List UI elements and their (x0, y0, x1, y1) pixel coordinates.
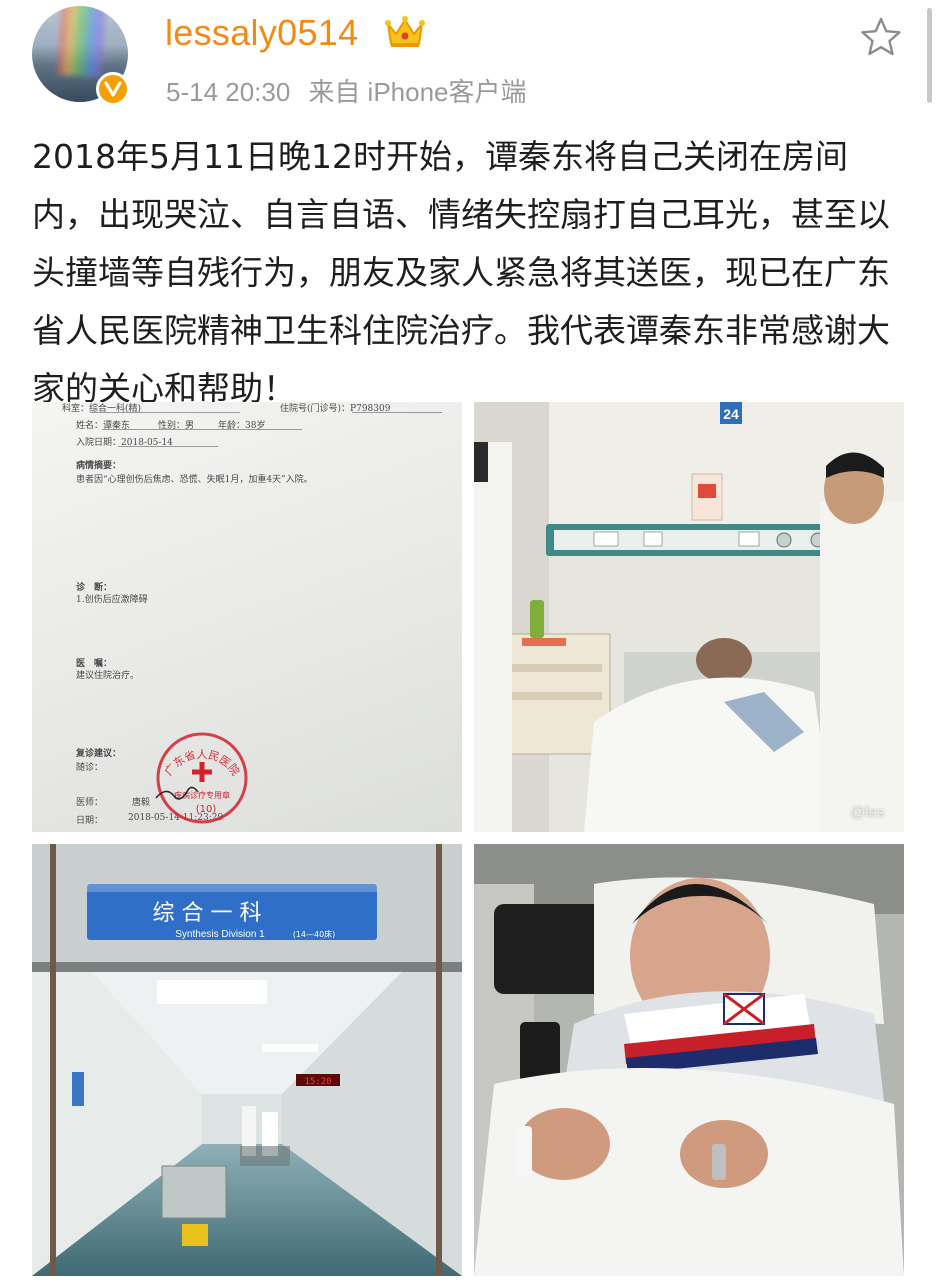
hospital-stamp: 广东省人民医院 疾病诊疗专用章 (10) (155, 732, 248, 824)
doctor-right (820, 502, 904, 832)
verified-v-glyph (104, 81, 122, 97)
photo-hospital-ward[interactable]: 24 @les (474, 402, 904, 832)
doc-doctor-label: 医师： (76, 798, 104, 808)
photo-medical-document[interactable]: 科室：综合一科(精) 住院号(门诊号)：P798309 姓名：谭秦东 性别：男 … (32, 402, 462, 832)
doc-underline (352, 412, 442, 413)
doc-underline (90, 412, 240, 413)
star-outline-icon[interactable] (860, 16, 902, 58)
post-source[interactable]: 来自 iPhone客户端 (308, 77, 526, 107)
doc-diagnosis-text: 1.创伤后应激障碍 (76, 595, 148, 605)
scrollbar[interactable] (927, 8, 932, 103)
corridor-clock-text: 15:20 (304, 1077, 331, 1087)
stamp-number: (10) (196, 804, 217, 815)
doc-doctor-value: 唐毅 (132, 798, 151, 808)
stamp-bottom-text: 疾病诊疗专用章 (174, 790, 230, 800)
post-timestamp: 5-14 20:30 (166, 77, 291, 107)
crown-icon[interactable] (384, 14, 426, 50)
sign-chinese: 综 合 一 科 (153, 901, 262, 926)
doc-date-label: 日期： (76, 816, 104, 826)
sign-english: Synthesis Division 1 (175, 929, 265, 940)
bag (494, 904, 604, 994)
post-text: 2018年5月11日晚12时开始，谭秦东将自己关闭在房间内，出现哭泣、自言自语、… (32, 137, 890, 408)
patient-scene (474, 844, 904, 1276)
doc-followup-title: 复诊建议： (76, 749, 122, 759)
doc-advice-text: 建议住院治疗。 (76, 671, 140, 681)
doc-summary-text: 患者因“心理创伤后焦虑、恐慌、失眠1月，加重4天”入院。 (76, 475, 313, 485)
photo-hospital-corridor[interactable]: 15:20 综 合 一 科 Synthesis Division 1 (14—4… (32, 844, 462, 1276)
patient-head (696, 638, 752, 682)
doc-underline (118, 446, 218, 447)
verified-v-icon (96, 72, 130, 106)
room-number: 24 (723, 406, 739, 422)
weibo-watermark: @les (850, 804, 885, 821)
post-meta: 5-14 20:30 来自 iPhone客户端 (166, 72, 527, 109)
avatar-rainbow (57, 6, 107, 78)
username[interactable]: lessaly0514 (165, 12, 358, 54)
doc-underline (102, 429, 302, 430)
photo-patient-in-bed[interactable] (474, 844, 904, 1276)
doc-summary-title: 病情摘要： (76, 461, 122, 471)
doc-followup-text: 随诊： (76, 763, 104, 773)
ward-scene: 24 (474, 402, 904, 832)
sign-beds: (14—40床) (293, 929, 336, 939)
corridor-scene: 15:20 综 合 一 科 Synthesis Division 1 (14—4… (32, 844, 462, 1276)
phone (520, 1022, 560, 1082)
doctor-left (474, 442, 512, 832)
